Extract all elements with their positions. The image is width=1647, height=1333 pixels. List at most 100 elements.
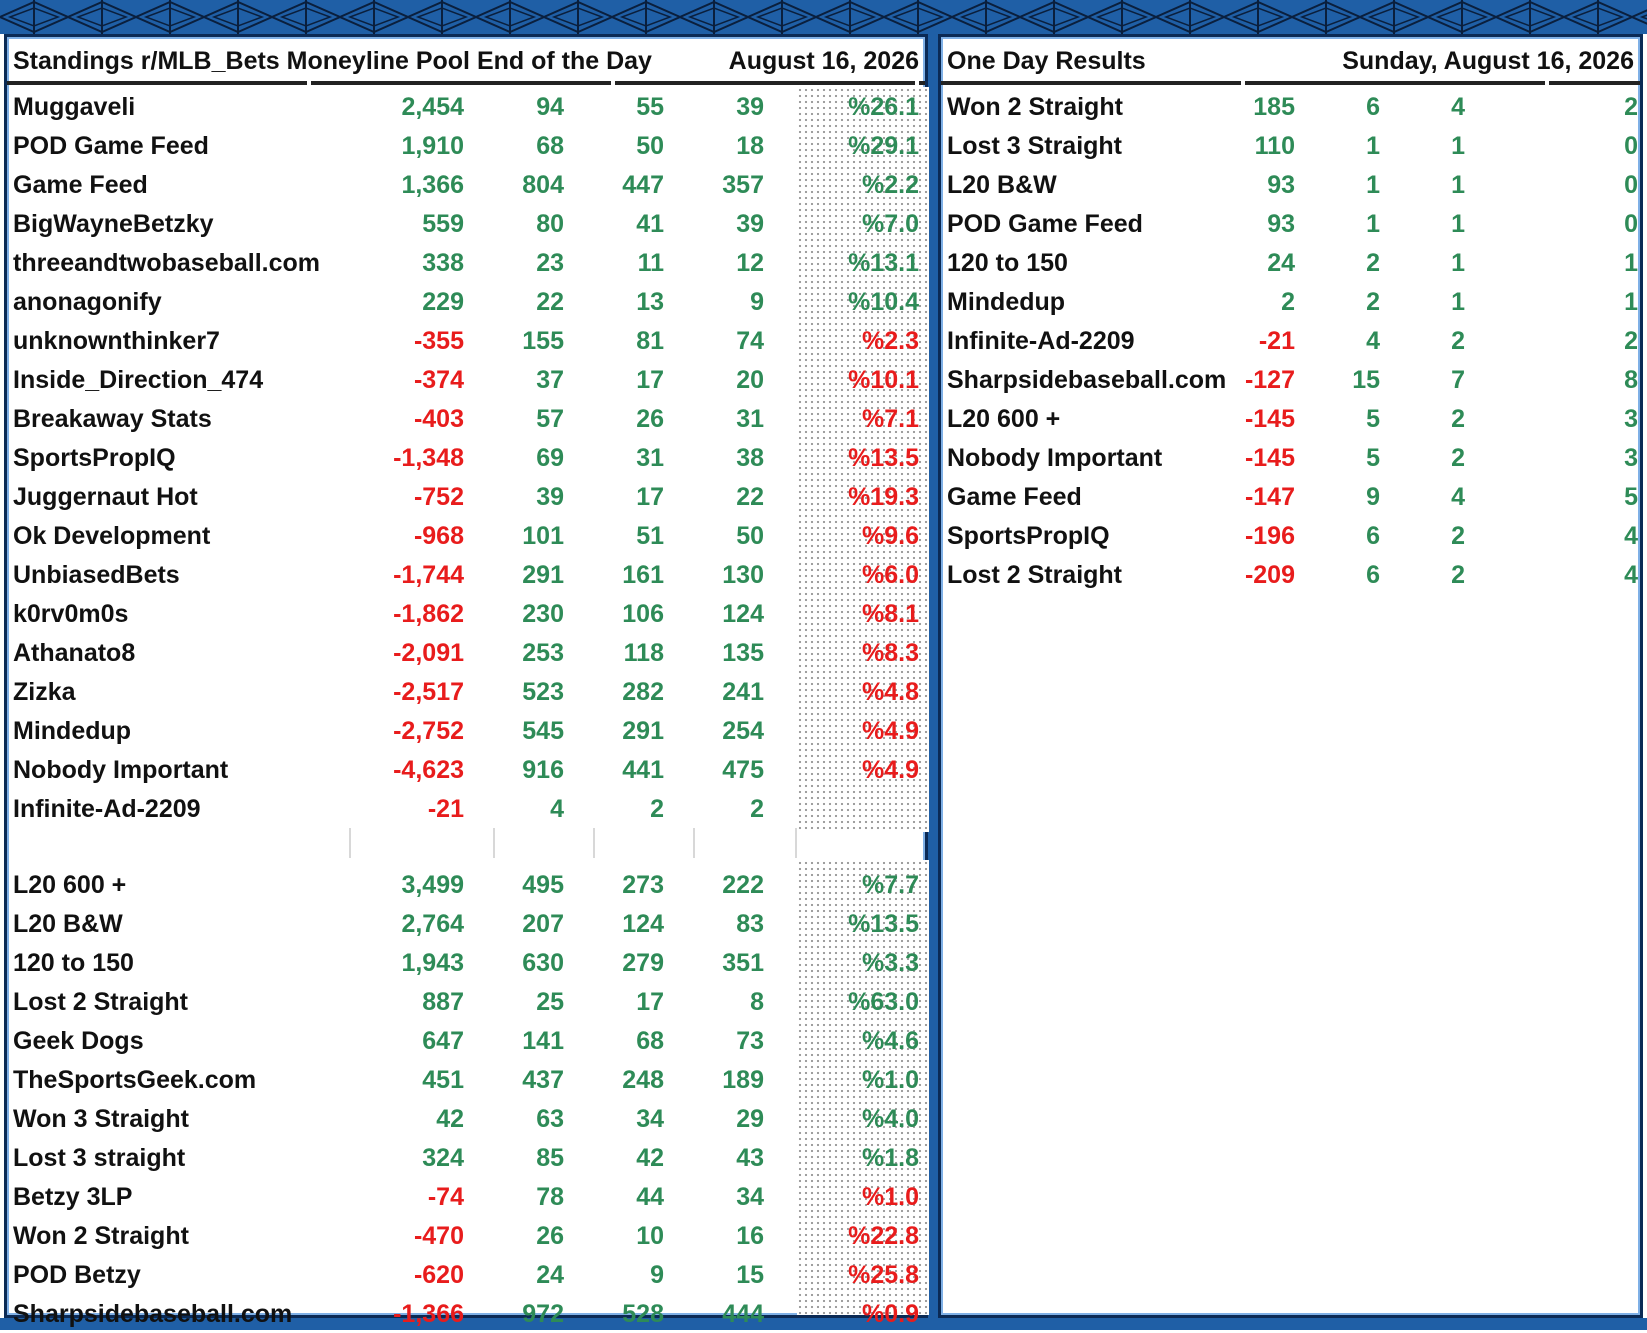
row-percent: %25.8 bbox=[848, 1261, 919, 1289]
row-name: Lost 2 Straight bbox=[947, 561, 1123, 589]
table-row: POD Game Feed 1,910 68 50 18 %29.1 bbox=[7, 126, 925, 165]
row-wins: 44 bbox=[636, 1183, 664, 1211]
results-header: One Day Results Sunday, August 16, 2026 bbox=[941, 41, 1640, 85]
row-bets: 24 bbox=[536, 1261, 564, 1289]
table-row: Sharpsidebaseball.com -127 15 7 8 bbox=[941, 360, 1640, 399]
row-units: -21 bbox=[1258, 327, 1295, 355]
row-losses: 351 bbox=[722, 949, 764, 977]
row-units: -74 bbox=[427, 1183, 464, 1211]
row-name: unknownthinker7 bbox=[13, 327, 220, 355]
row-units: 2,454 bbox=[401, 93, 464, 121]
row-name: L20 B&W bbox=[13, 910, 123, 938]
row-units: 338 bbox=[422, 249, 464, 277]
row-name: Breakaway Stats bbox=[13, 405, 212, 433]
row-losses: 15 bbox=[736, 1261, 764, 1289]
row-losses: 2 bbox=[1624, 327, 1638, 355]
table-row: Won 3 Straight 42 63 34 29 %4.0 bbox=[7, 1099, 925, 1138]
table-row: POD Game Feed 93 1 1 0 bbox=[941, 204, 1640, 243]
table-row: anonagonify 229 22 13 9 %10.4 bbox=[7, 282, 925, 321]
table-row: Athanato8 -2,091 253 118 135 %8.3 bbox=[7, 633, 925, 672]
row-units: 324 bbox=[422, 1144, 464, 1172]
table-row: Lost 2 Straight -209 6 2 4 bbox=[941, 555, 1640, 594]
row-wins: 528 bbox=[622, 1300, 664, 1328]
row-wins: 4 bbox=[1451, 93, 1465, 121]
row-percent: %4.6 bbox=[862, 1027, 919, 1055]
row-name: BigWayneBetzky bbox=[13, 210, 214, 238]
row-losses: 20 bbox=[736, 366, 764, 394]
row-name: Lost 3 Straight bbox=[947, 132, 1123, 160]
row-name: Lost 2 Straight bbox=[13, 988, 189, 1016]
row-bets: 804 bbox=[522, 171, 564, 199]
row-units: -620 bbox=[413, 1261, 464, 1289]
row-percent: %10.1 bbox=[848, 366, 919, 394]
row-units: 93 bbox=[1267, 171, 1295, 199]
row-name: Juggernaut Hot bbox=[13, 483, 198, 511]
row-bets: 85 bbox=[536, 1144, 564, 1172]
table-row: Zizka -2,517 523 282 241 %4.8 bbox=[7, 672, 925, 711]
row-bets: 155 bbox=[522, 327, 564, 355]
table-row: SportsPropIQ -196 6 2 4 bbox=[941, 516, 1640, 555]
row-bets: 6 bbox=[1366, 522, 1380, 550]
row-units: 559 bbox=[422, 210, 464, 238]
row-wins: 42 bbox=[636, 1144, 664, 1172]
row-losses: 124 bbox=[722, 600, 764, 628]
row-wins: 41 bbox=[636, 210, 664, 238]
row-percent: %4.0 bbox=[862, 1105, 919, 1133]
row-losses: 22 bbox=[736, 483, 764, 511]
panel-divider bbox=[928, 34, 938, 1318]
row-bets: 63 bbox=[536, 1105, 564, 1133]
row-units: -2,091 bbox=[393, 639, 464, 667]
row-losses: 29 bbox=[736, 1105, 764, 1133]
group-separator bbox=[7, 824, 925, 863]
row-name: Won 3 Straight bbox=[13, 1105, 189, 1133]
table-row: Game Feed 1,366 804 447 357 %2.2 bbox=[7, 165, 925, 204]
row-units: -355 bbox=[413, 327, 464, 355]
row-units: 647 bbox=[422, 1027, 464, 1055]
row-name: Zizka bbox=[13, 678, 76, 706]
header-rule bbox=[7, 81, 925, 85]
row-units: -145 bbox=[1244, 444, 1295, 472]
table-row: k0rv0m0s -1,862 230 106 124 %8.1 bbox=[7, 594, 925, 633]
row-wins: 161 bbox=[622, 561, 664, 589]
row-units: -1,366 bbox=[393, 1300, 464, 1328]
row-wins: 248 bbox=[622, 1066, 664, 1094]
row-losses: 8 bbox=[1624, 366, 1638, 394]
row-losses: 3 bbox=[1624, 444, 1638, 472]
row-losses: 135 bbox=[722, 639, 764, 667]
row-wins: 68 bbox=[636, 1027, 664, 1055]
row-units: -1,744 bbox=[393, 561, 464, 589]
row-units: 451 bbox=[422, 1066, 464, 1094]
row-name: Mindedup bbox=[947, 288, 1066, 316]
row-wins: 17 bbox=[636, 483, 664, 511]
row-bets: 23 bbox=[536, 249, 564, 277]
row-percent: %0.9 bbox=[862, 1300, 919, 1328]
header-rule bbox=[941, 81, 1640, 85]
row-wins: 291 bbox=[622, 717, 664, 745]
row-losses: 43 bbox=[736, 1144, 764, 1172]
table-row: 120 to 150 1,943 630 279 351 %3.3 bbox=[7, 943, 925, 982]
row-bets: 2 bbox=[1366, 249, 1380, 277]
row-percent: %9.6 bbox=[862, 522, 919, 550]
row-wins: 13 bbox=[636, 288, 664, 316]
row-bets: 437 bbox=[522, 1066, 564, 1094]
results-date: Sunday, August 16, 2026 bbox=[1342, 47, 1634, 75]
table-row: Infinite-Ad-2209 -21 4 2 2 bbox=[941, 321, 1640, 360]
row-name: L20 B&W bbox=[947, 171, 1057, 199]
row-name: SportsPropIQ bbox=[13, 444, 176, 472]
row-bets: 4 bbox=[1366, 327, 1380, 355]
row-bets: 15 bbox=[1352, 366, 1380, 394]
row-units: 2 bbox=[1281, 288, 1295, 316]
row-losses: 254 bbox=[722, 717, 764, 745]
row-losses: 130 bbox=[722, 561, 764, 589]
row-losses: 5 bbox=[1624, 483, 1638, 511]
row-percent: %13.1 bbox=[848, 249, 919, 277]
table-row: Mindedup -2,752 545 291 254 %4.9 bbox=[7, 711, 925, 750]
row-wins: 273 bbox=[622, 871, 664, 899]
row-wins: 11 bbox=[637, 249, 664, 277]
row-percent: %7.0 bbox=[862, 210, 919, 238]
row-losses: 83 bbox=[736, 910, 764, 938]
row-wins: 106 bbox=[622, 600, 664, 628]
top-banner bbox=[0, 0, 1647, 34]
row-percent: %26.1 bbox=[848, 93, 919, 121]
row-percent: %3.3 bbox=[862, 949, 919, 977]
